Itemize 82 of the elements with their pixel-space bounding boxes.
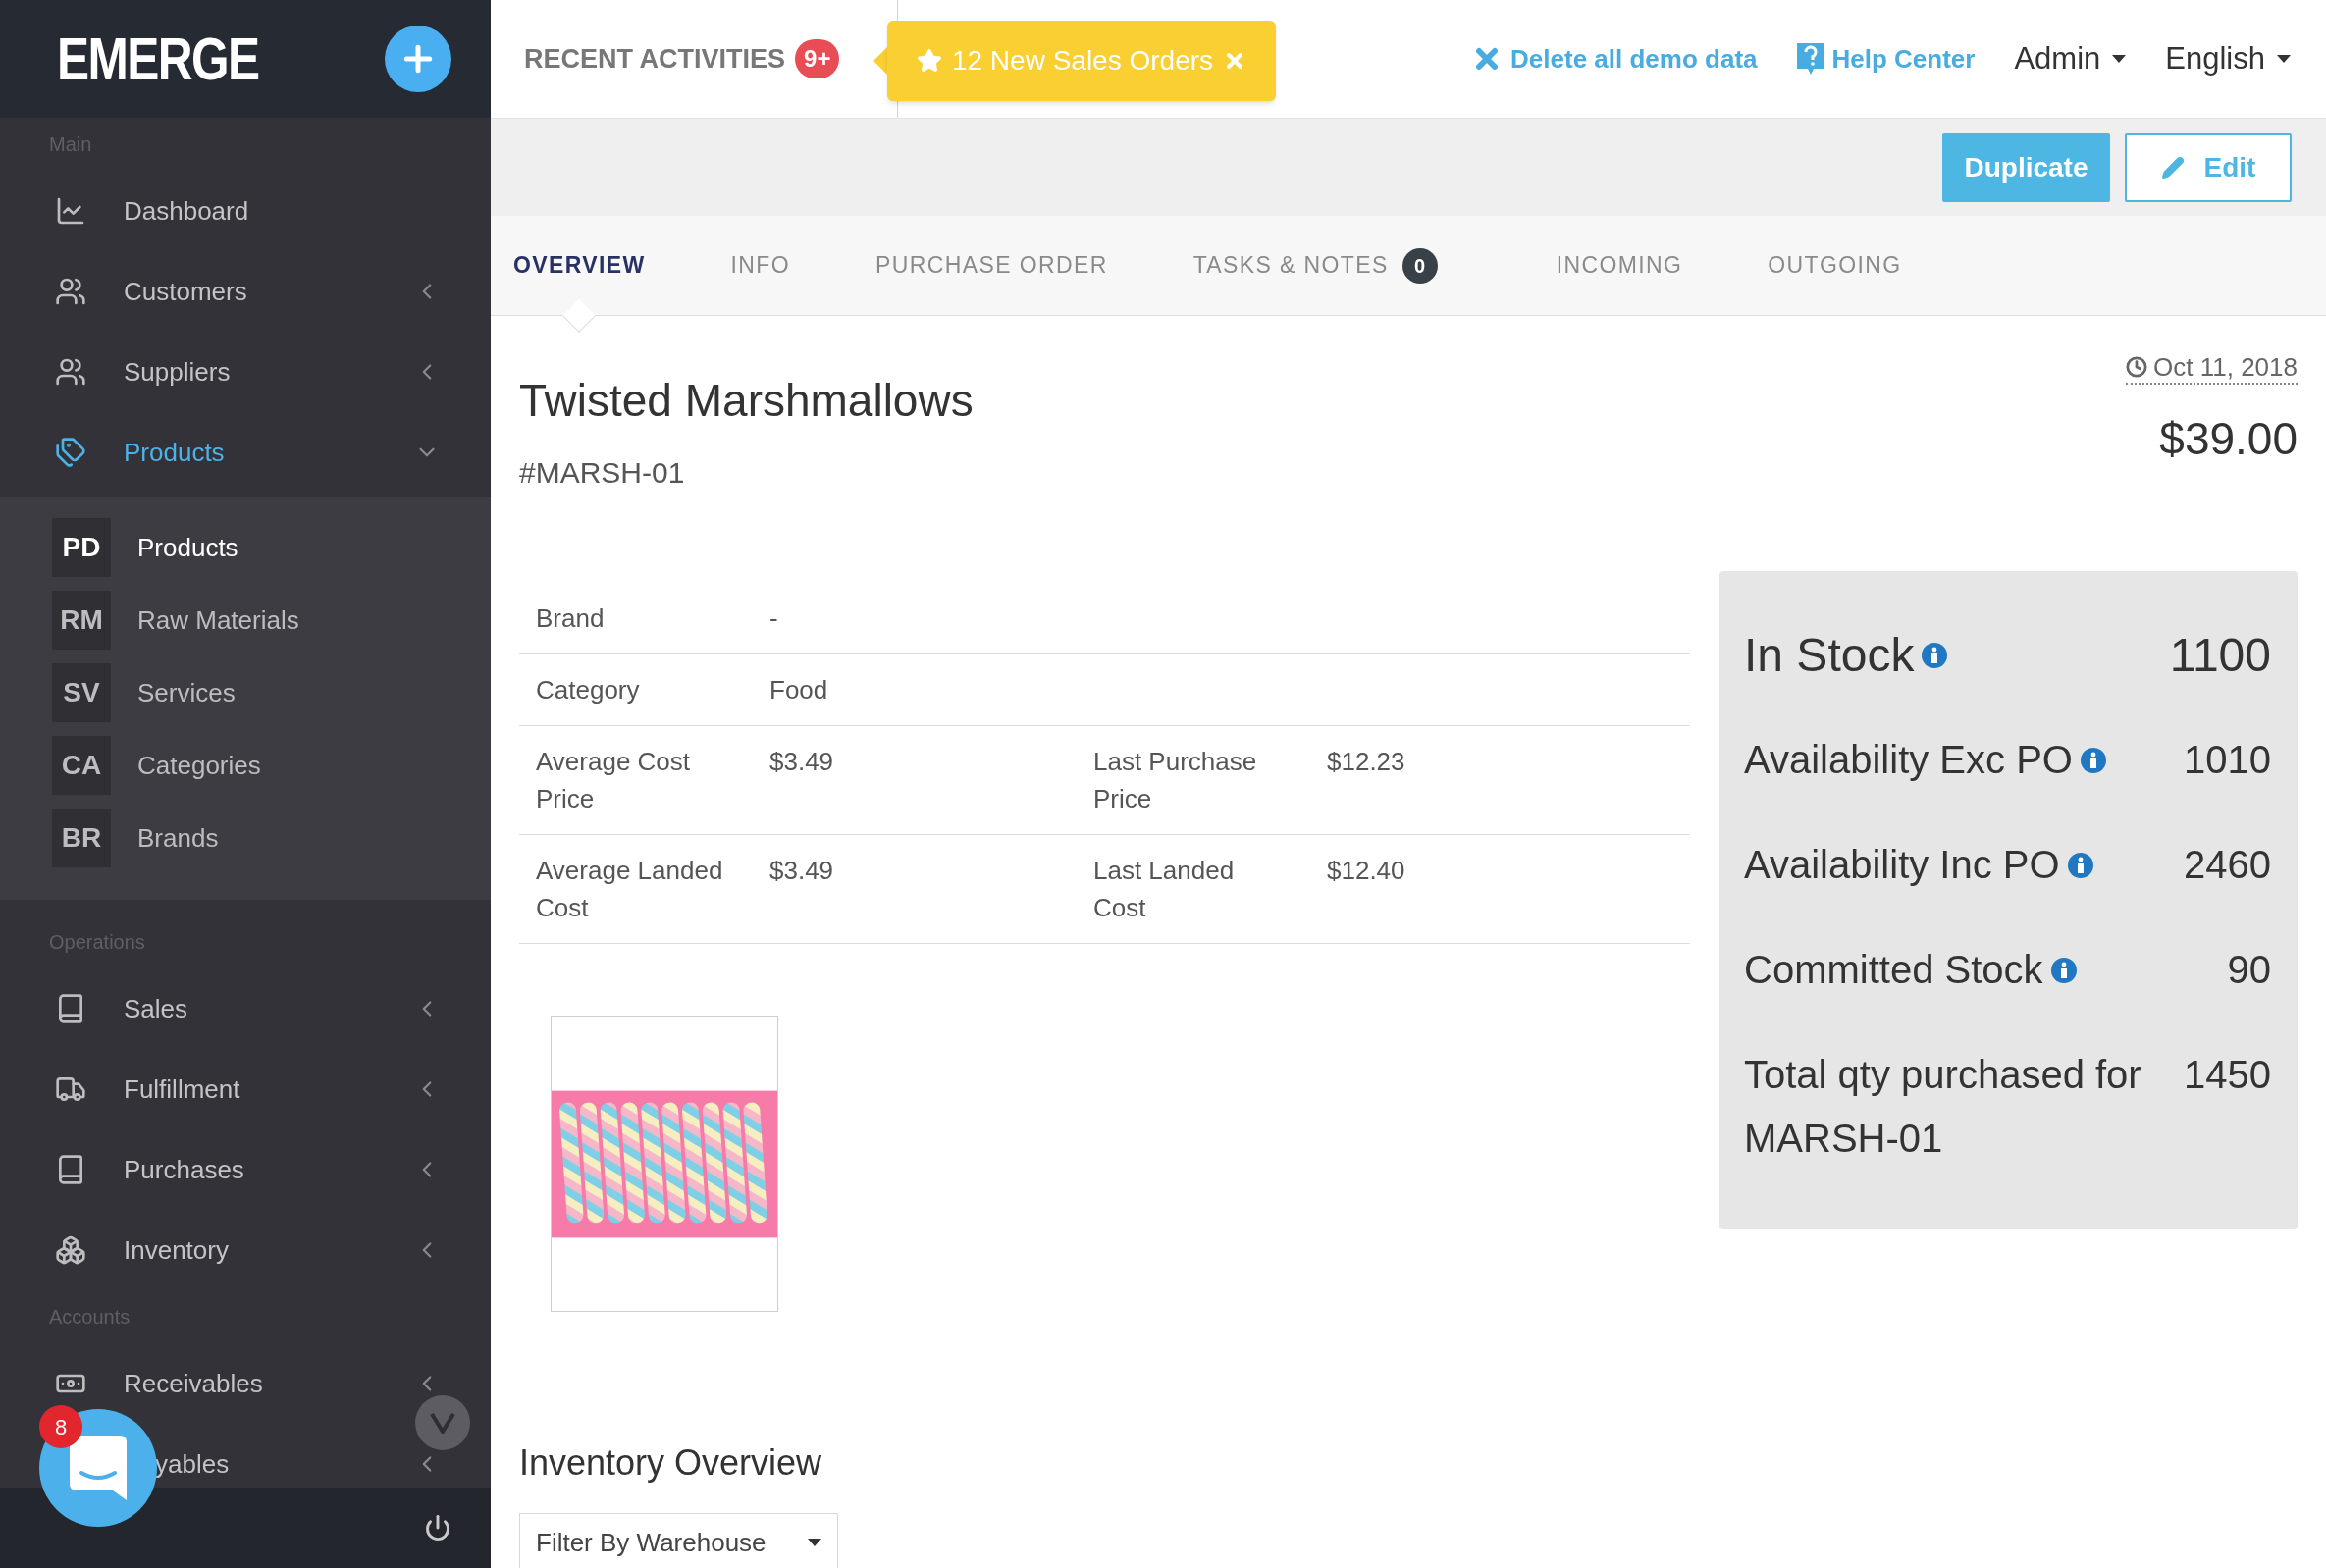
stock-label: Total qty purchased for MARSH-01 [1744,1052,2142,1162]
nav-item[interactable]: Purchases [0,1129,491,1210]
product-sku: #MARSH-01 [519,455,686,491]
date: Oct 11, 2018 [2126,351,2298,385]
language-menu[interactable]: English [2165,35,2291,82]
submenu-label: Services [137,676,236,709]
star-icon [916,48,942,74]
v-icon [430,1412,455,1434]
submenu-item[interactable]: CA Categories [0,729,491,802]
detail-value: $3.49 [769,855,834,887]
code-badge: RM [52,591,111,650]
nav-item[interactable]: Fulfillment [0,1049,491,1129]
stock-label: Availability Exc PO [1744,728,2106,792]
popover-arrow [873,47,887,75]
caret-icon [808,1539,821,1546]
pencil-icon [2160,155,2185,180]
code-badge: SV [52,663,111,722]
tab[interactable]: TASKS & NOTES 0 [1192,216,1438,315]
detail-label: Last Landed Cost [1093,855,1236,924]
submenu-label: Products [137,531,238,564]
chat-icon [70,1436,127,1500]
section-heading: Inventory Overview [519,1441,823,1485]
submenu-item[interactable]: RM Raw Materials [0,584,491,656]
detail-value: $3.49 [769,746,834,778]
activity-badge: 9+ [795,39,840,78]
info-icon[interactable] [2080,747,2106,773]
stock-label: Availability Inc PO [1744,833,2093,897]
warehouse-filter[interactable]: Filter By Warehouse [519,1513,838,1568]
users-icon [55,356,86,388]
stock-value: 90 [2227,947,2271,993]
count-badge: 0 [1401,247,1438,284]
nav-item[interactable]: Products [0,412,491,493]
nav-item[interactable]: Customers [0,251,491,332]
stock-value: 1010 [2184,737,2271,783]
submenu-item[interactable]: PD Products [0,511,491,584]
tab[interactable]: OVERVIEW [513,216,646,315]
detail-value: - [769,602,778,635]
stock-value: 2460 [2184,842,2271,888]
info-icon[interactable] [1922,642,1948,668]
stock-label: In Stock [1744,623,1948,687]
chat-badge: 8 [39,1405,82,1448]
detail-label: Average Cost Price [536,746,692,815]
nav-item[interactable]: Inventory [0,1210,491,1290]
boxes-icon [55,1234,86,1266]
users-icon [55,276,86,307]
help-icon [1796,43,1824,75]
submenu-item[interactable]: SV Services [0,656,491,729]
detail-value: $12.23 [1327,746,1405,778]
chart-icon [55,195,86,227]
logo[interactable]: EMERGE [57,28,259,89]
tags-icon [55,437,86,468]
detail-label: Last Purchase Price [1093,746,1258,815]
nav-item[interactable]: yables [155,1424,491,1488]
stock-value: 1100 [2169,628,2271,683]
submenu-label: Brands [137,821,219,855]
user-menu[interactable]: Admin [2014,35,2127,82]
code-badge: BR [52,809,111,867]
nav-item[interactable]: Dashboard [0,171,491,251]
power-icon[interactable] [424,1514,451,1542]
info-icon[interactable] [2067,852,2093,878]
code-badge: CA [52,736,111,795]
detail-value: $12.40 [1327,855,1405,887]
info-icon[interactable] [2050,957,2077,983]
product-name: Twisted Marshmallows [519,374,975,428]
nav-item[interactable]: Suppliers [0,332,491,412]
stock-value: 1450 [2184,1052,2271,1098]
submenu-label: Categories [137,749,261,782]
detail-label: Category [536,674,641,706]
clock-icon [2126,356,2148,378]
detail-value: Food [769,674,828,706]
notification-text: 12 New Sales Orders [951,44,1214,78]
caret-icon [2277,55,2291,63]
code-badge: PD [52,518,111,577]
submenu-label: Raw Materials [137,603,299,637]
caret-icon [2112,55,2127,63]
product-price: $39.00 [2159,412,2298,465]
submenu-item[interactable]: BR Brands [0,802,491,874]
detail-label: Average Landed Cost [536,855,724,924]
stock-label: Committed Stock [1744,938,2077,1002]
detail-label: Brand [536,602,606,635]
recent-activities-label[interactable]: RECENT ACTIVITIES [524,38,786,79]
nav-item[interactable]: Sales [0,968,491,1049]
